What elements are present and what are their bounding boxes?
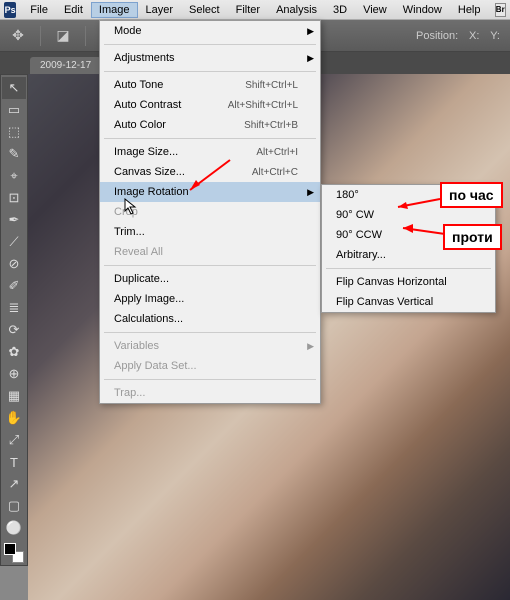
lasso-tool[interactable]: ⬚ (2, 121, 26, 143)
menu-item-apply-data-set: Apply Data Set... (100, 356, 320, 376)
callout-ccw: проти (443, 224, 502, 250)
menu-3d[interactable]: 3D (325, 2, 355, 18)
menu-item-mode[interactable]: Mode▶ (100, 21, 320, 41)
notes-tool[interactable]: ↗ (2, 473, 26, 495)
menu-item-apply-image[interactable]: Apply Image... (100, 289, 320, 309)
smudge-tool[interactable]: ✿ (2, 341, 26, 363)
menu-layer[interactable]: Layer (138, 2, 182, 18)
menu-window[interactable]: Window (395, 2, 450, 18)
menu-view[interactable]: View (355, 2, 395, 18)
hand-tool[interactable]: ▢ (2, 495, 26, 517)
menu-item-variables: Variables▶ (100, 336, 320, 356)
menu-item-duplicate[interactable]: Duplicate... (100, 269, 320, 289)
menu-item-canvas-size[interactable]: Canvas Size...Alt+Ctrl+C (100, 162, 320, 182)
eyedropper-tool[interactable]: ⊡ (2, 187, 26, 209)
menu-item-auto-color[interactable]: Auto ColorShift+Ctrl+B (100, 115, 320, 135)
eraser-tool[interactable]: ≣ (2, 297, 26, 319)
menu-item-auto-contrast[interactable]: Auto ContrastAlt+Shift+Ctrl+L (100, 95, 320, 115)
submenu-item-flip-canvas-vertical[interactable]: Flip Canvas Vertical (322, 292, 495, 312)
submenu-item-90-cw[interactable]: 90° CW (322, 205, 495, 225)
path-tool[interactable]: ⤢ (2, 429, 26, 451)
position-readout: Position: X: Y: (412, 30, 504, 42)
document-tab[interactable]: 2009-12-17 (30, 57, 101, 74)
zoom-tool[interactable]: ⚪ (2, 517, 26, 539)
menu-item-adjustments[interactable]: Adjustments▶ (100, 48, 320, 68)
submenu-arrow-icon: ▶ (307, 341, 314, 352)
submenu-arrow-icon: ▶ (307, 26, 314, 37)
menu-item-trap: Trap... (100, 383, 320, 403)
menu-item-image-size[interactable]: Image Size...Alt+Ctrl+I (100, 142, 320, 162)
menu-item-auto-tone[interactable]: Auto ToneShift+Ctrl+L (100, 75, 320, 95)
history-brush-tool[interactable]: ✐ (2, 275, 26, 297)
color-swatches[interactable] (4, 543, 24, 563)
marquee-tool[interactable]: ▭ (2, 99, 26, 121)
move-tool[interactable]: ↖ (2, 77, 26, 99)
menu-file[interactable]: File (22, 2, 56, 18)
stamp-tool[interactable]: ⊘ (2, 253, 26, 275)
menu-analysis[interactable]: Analysis (268, 2, 325, 18)
tool-option-icon[interactable]: ◪ (51, 24, 75, 48)
menu-image[interactable]: Image (91, 2, 138, 18)
submenu-arrow-icon: ▶ (307, 53, 314, 64)
menu-item-calculations[interactable]: Calculations... (100, 309, 320, 329)
type-tool[interactable]: ✋ (2, 407, 26, 429)
tools-panel: ↖ ▭ ⬚ ✎ ⌖ ⊡ ✒ ⟋ ⊘ ✐ ≣ ⟳ ✿ ⊕ ▦ ✋ ⤢ T ↗ ▢ … (0, 74, 28, 566)
menu-select[interactable]: Select (181, 2, 228, 18)
dodge-tool[interactable]: ⊕ (2, 363, 26, 385)
submenu-item-flip-canvas-horizontal[interactable]: Flip Canvas Horizontal (322, 272, 495, 292)
shape-tool[interactable]: T (2, 451, 26, 473)
pen-tool[interactable]: ▦ (2, 385, 26, 407)
menu-edit[interactable]: Edit (56, 2, 91, 18)
menu-item-reveal-all: Reveal All (100, 242, 320, 262)
menu-bar: Ps File Edit Image Layer Select Filter A… (0, 0, 510, 20)
menu-item-crop: Crop (100, 202, 320, 222)
menu-help[interactable]: Help (450, 2, 489, 18)
crop-tool[interactable]: ⌖ (2, 165, 26, 187)
wand-tool[interactable]: ✎ (2, 143, 26, 165)
menu-item-trim[interactable]: Trim... (100, 222, 320, 242)
menu-filter[interactable]: Filter (228, 2, 268, 18)
bridge-icon[interactable]: Br (495, 3, 507, 17)
move-tool-icon[interactable]: ✥ (6, 24, 30, 48)
menu-item-image-rotation[interactable]: Image Rotation▶ (100, 182, 320, 202)
healing-tool[interactable]: ✒ (2, 209, 26, 231)
brush-tool[interactable]: ⟋ (2, 231, 26, 253)
image-menu-dropdown: Mode▶Adjustments▶Auto ToneShift+Ctrl+LAu… (99, 20, 321, 404)
callout-cw: по час (440, 182, 503, 208)
submenu-arrow-icon: ▶ (307, 187, 314, 198)
app-logo: Ps (4, 2, 16, 18)
gradient-tool[interactable]: ⟳ (2, 319, 26, 341)
